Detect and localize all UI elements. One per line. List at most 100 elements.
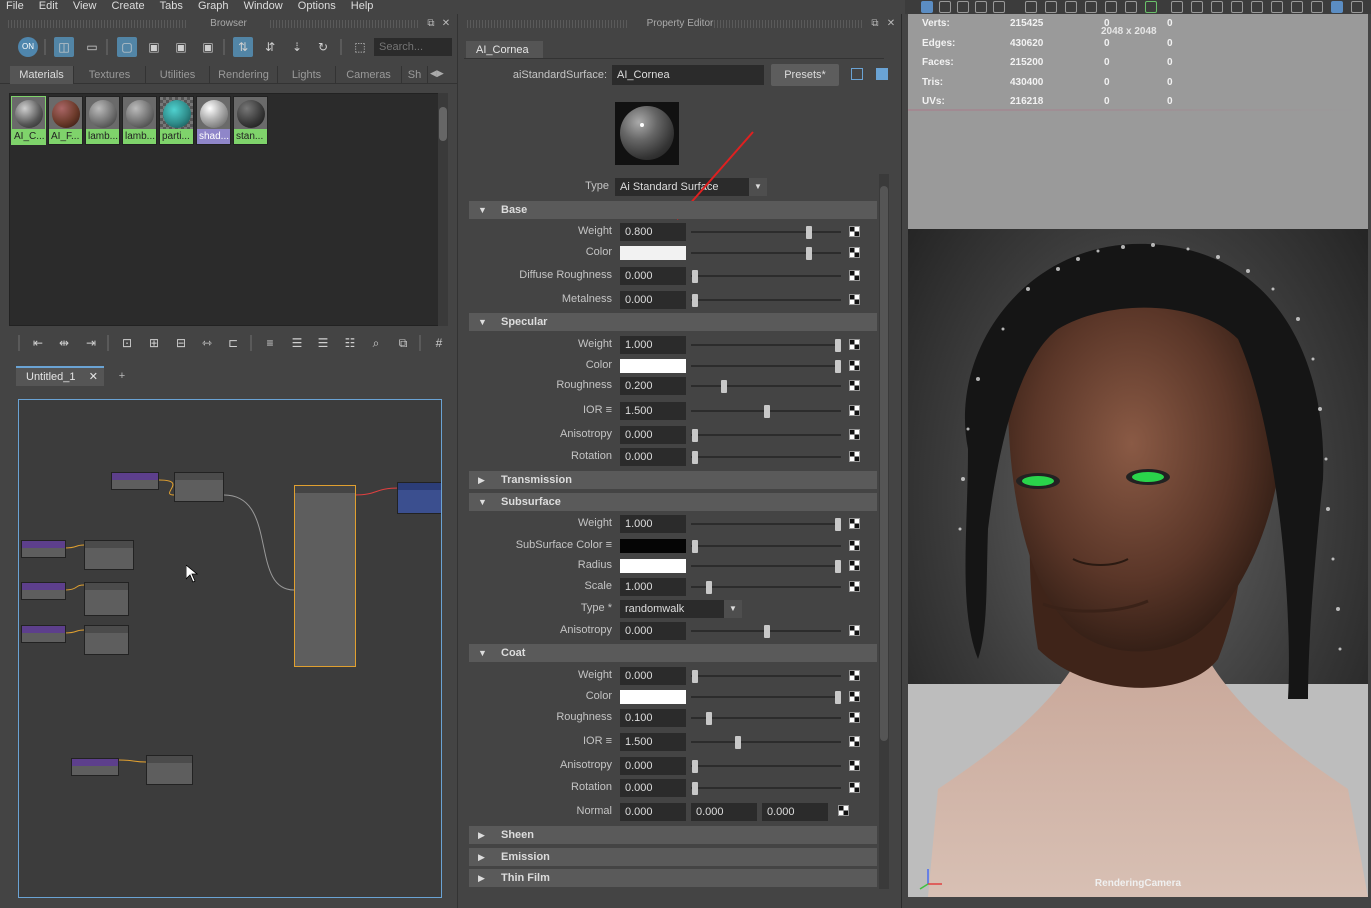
subsurface-color-slider-handle[interactable] [692,540,698,553]
coat-anisotropy-slider[interactable] [691,765,841,767]
section-subsurface[interactable]: ▼ Subsurface [469,493,877,511]
section-emission[interactable]: ▶ Emission [469,848,877,866]
add-tab-button[interactable]: + [108,366,136,386]
subsurface-radius-slider-handle[interactable] [835,560,841,573]
refresh-icon[interactable]: ↻ [313,37,333,57]
map-button-icon[interactable] [849,405,860,416]
paint-icon[interactable] [957,1,969,13]
specular-color-slider[interactable] [691,365,841,367]
map-button-icon[interactable] [849,247,860,258]
tab-shapes[interactable]: Sh [402,66,428,84]
section-base[interactable]: ▼ Base [469,201,877,219]
specular-roughness-slider-handle[interactable] [720,380,727,393]
smooth-shade-icon[interactable] [1331,1,1343,13]
film-gate-icon[interactable] [1191,1,1203,13]
section-sheen[interactable]: ▶ Sheen [469,826,877,844]
coat-roughness-slider-handle[interactable] [706,712,713,725]
graph-layout-icon[interactable]: ⊟ [171,333,191,353]
coat-ior-slider[interactable] [691,741,841,743]
menu-help[interactable]: Help [345,0,380,12]
close-tab-icon[interactable]: ✕ [89,368,98,386]
rotate-icon[interactable] [993,1,1005,13]
section-transmission[interactable]: ▶ Transmission [469,471,877,489]
specular-color-slider-handle[interactable] [835,360,841,373]
menu-options[interactable]: Options [292,0,342,12]
grease-pencil-icon[interactable] [1105,1,1117,13]
metalness-slider-handle[interactable] [692,294,698,307]
sort-type-icon[interactable]: ⇵ [260,37,280,57]
coat-rotation-slider[interactable] [691,787,841,789]
map-button-icon[interactable] [849,518,860,529]
specular-rotation-slider-handle[interactable] [692,451,698,464]
map-button-icon[interactable] [838,805,849,816]
map-button-icon[interactable] [849,670,860,681]
coat-color-slider-handle[interactable] [835,691,841,704]
subsurface-scale-field[interactable]: 1.000 [620,578,686,596]
list-view-icon[interactable]: ▭ [82,37,102,57]
map-button-icon[interactable] [849,560,860,571]
snap-icon[interactable] [1145,1,1157,13]
file-texture-node[interactable] [84,540,134,570]
frame-icon[interactable]: ⬚ [350,37,370,57]
resolution-gate-icon[interactable] [1211,1,1223,13]
section-coat[interactable]: ▼ Coat [469,644,877,662]
tab-materials[interactable]: Materials [10,66,74,84]
place2dtexture-node[interactable] [111,472,159,490]
tab-cameras[interactable]: Cameras [336,66,402,84]
grid-icon[interactable]: # [429,333,449,353]
property-scrollbar[interactable] [879,174,889,889]
coat-rotation-field[interactable]: 0.000 [620,779,686,797]
search-input[interactable] [374,38,452,56]
select-icon[interactable] [921,1,933,13]
map-button-icon[interactable] [849,380,860,391]
specular-weight-slider-handle[interactable] [835,339,841,352]
tab-lights[interactable]: Lights [278,66,336,84]
map-button-icon[interactable] [849,760,860,771]
specular-roughness-field[interactable]: 0.200 [620,377,686,395]
panel-grip[interactable] [8,20,188,28]
simple-mode-icon[interactable]: ≡ [260,333,280,353]
map-button-icon[interactable] [849,360,860,371]
specular-weight-slider[interactable] [691,344,841,346]
base-color-color-swatch[interactable] [620,246,686,260]
power-toggle-icon[interactable]: ON [18,37,38,57]
grid-icon[interactable] [1171,1,1183,13]
subsurface-scale-slider-handle[interactable] [706,581,713,594]
coat-roughness-field[interactable]: 0.100 [620,709,686,727]
place2dtexture-node[interactable] [21,625,66,643]
menu-tabs[interactable]: Tabs [154,0,189,12]
coat-rotation-slider-handle[interactable] [692,782,698,795]
copy-tab-icon[interactable] [876,68,888,80]
image-plane-icon[interactable] [1065,1,1077,13]
menu-view[interactable]: View [67,0,103,12]
base-weight-field[interactable]: 0.800 [620,223,686,241]
material-swatch[interactable]: shad... [196,96,231,145]
subsurface-color-slider[interactable] [691,545,841,547]
place2dtexture-node[interactable] [21,582,66,600]
panel-grip[interactable] [270,20,420,28]
specular-anisotropy-slider-handle[interactable] [692,429,698,442]
full-mode-icon[interactable]: ☰ [313,333,333,353]
subsurface-scale-slider[interactable] [691,586,841,588]
presets-button[interactable]: Presets* [771,64,839,86]
viewport-panel[interactable]: Verts: 215425 0 0 Edges: 430620 0 0 Faces: 215200… [905,14,1371,908]
base-color-slider[interactable] [691,252,841,254]
file-texture-node[interactable] [84,582,129,616]
material-swatch[interactable]: lamb... [122,96,157,145]
subsurface-anisotropy-field[interactable]: 0.000 [620,622,686,640]
subsurface-anisotropy-slider-handle[interactable] [763,625,770,638]
frame-selection-icon[interactable]: ⊞ [144,333,164,353]
float-panel-icon[interactable]: ⧉ [425,18,437,30]
focus-icon[interactable] [851,68,863,80]
subsurface-weight-field[interactable]: 1.000 [620,515,686,533]
subsurface-weight-slider-handle[interactable] [835,518,841,531]
metalness-slider[interactable] [691,299,841,301]
custom-mode-icon[interactable]: ☷ [340,333,360,353]
menu-create[interactable]: Create [106,0,151,12]
snapshot-icon[interactable]: ⧉ [393,333,413,353]
panel-grip[interactable] [714,20,864,28]
in-out-connections-icon[interactable]: ⇹ [54,333,74,353]
close-icon[interactable]: ✕ [885,18,897,30]
field-chart-icon[interactable] [1251,1,1263,13]
coat-normal-y-field[interactable]: 0.000 [691,803,757,821]
